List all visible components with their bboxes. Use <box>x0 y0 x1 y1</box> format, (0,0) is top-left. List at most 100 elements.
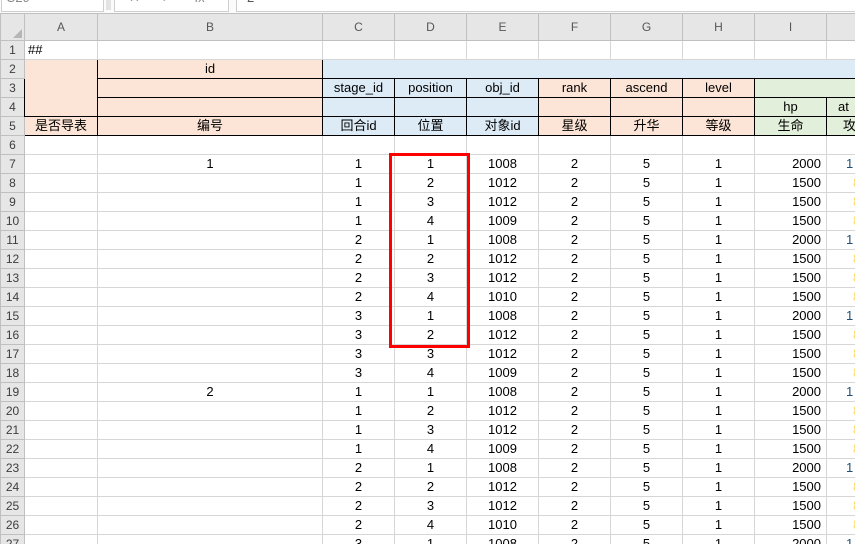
cell[interactable] <box>98 535 323 544</box>
cell[interactable]: 2000 <box>755 383 827 402</box>
cell[interactable] <box>98 212 323 231</box>
cell-A2-merged[interactable] <box>25 60 98 117</box>
cell[interactable]: 2 <box>395 402 467 421</box>
row-header[interactable]: 18 <box>1 364 25 383</box>
cell[interactable]: 1 <box>683 193 755 212</box>
cell[interactable]: 1 <box>683 459 755 478</box>
cell[interactable]: 1 <box>323 421 395 440</box>
cell[interactable]: 1 <box>683 307 755 326</box>
cell-C2-merged-band[interactable] <box>323 60 855 79</box>
cell-ascend[interactable]: ascend <box>611 79 683 98</box>
cell[interactable]: 1500 <box>755 250 827 269</box>
cell[interactable] <box>25 364 98 383</box>
cell[interactable]: 1500 <box>755 345 827 364</box>
cell[interactable]: 1012 <box>467 421 539 440</box>
cell[interactable]: 3 <box>395 497 467 516</box>
cell[interactable] <box>755 41 827 60</box>
cell[interactable]: 5 <box>611 421 683 440</box>
cell[interactable] <box>98 421 323 440</box>
cell[interactable] <box>25 497 98 516</box>
cell[interactable]: 5 <box>611 516 683 535</box>
cell[interactable]: 1012 <box>467 497 539 516</box>
cell[interactable] <box>25 269 98 288</box>
column-header-E[interactable]: E <box>467 14 539 41</box>
row-header[interactable]: 9 <box>1 193 25 212</box>
cell[interactable] <box>98 402 323 421</box>
cell[interactable]: 1008 <box>467 155 539 174</box>
cell[interactable]: 1 <box>827 231 855 250</box>
cell[interactable] <box>98 231 323 250</box>
cell[interactable]: 1500 <box>755 174 827 193</box>
cell[interactable]: 1 <box>395 459 467 478</box>
cell[interactable]: 4 <box>395 212 467 231</box>
cell[interactable]: 1500 <box>755 402 827 421</box>
cell[interactable] <box>25 212 98 231</box>
cell[interactable]: 3 <box>395 269 467 288</box>
cell[interactable]: 5 <box>611 402 683 421</box>
cell[interactable]: 2 <box>539 535 611 544</box>
cell[interactable]: 1 <box>683 402 755 421</box>
cell[interactable] <box>25 516 98 535</box>
cell[interactable]: 3 <box>323 307 395 326</box>
cell[interactable]: 1500 <box>755 269 827 288</box>
cell[interactable]: 1500 <box>755 478 827 497</box>
cell[interactable]: 1 <box>683 288 755 307</box>
cell[interactable] <box>98 193 323 212</box>
cell[interactable]: 2 <box>539 345 611 364</box>
cell[interactable]: 8 <box>827 326 855 345</box>
cell[interactable]: 1 <box>323 402 395 421</box>
cell[interactable]: 1 <box>683 440 755 459</box>
row-header[interactable]: 23 <box>1 459 25 478</box>
cell-cn-atk[interactable]: 攻 <box>827 117 855 136</box>
cell-cn-number[interactable]: 编号 <box>98 117 323 136</box>
cell[interactable]: 1008 <box>467 459 539 478</box>
row-header[interactable]: 8 <box>1 174 25 193</box>
cell-E4[interactable] <box>467 98 539 117</box>
cell[interactable] <box>98 516 323 535</box>
cell[interactable] <box>827 41 855 60</box>
cell[interactable] <box>98 136 323 155</box>
cell[interactable]: 2 <box>539 212 611 231</box>
cell[interactable]: 1 <box>323 193 395 212</box>
cell-B3[interactable] <box>98 79 323 98</box>
cell-cn-star[interactable]: 星级 <box>539 117 611 136</box>
row-header[interactable]: 3 <box>1 79 25 98</box>
cell[interactable]: 8 <box>827 421 855 440</box>
row-header[interactable]: 7 <box>1 155 25 174</box>
cell[interactable]: 1 <box>323 212 395 231</box>
cell[interactable] <box>25 478 98 497</box>
cell[interactable]: 2 <box>539 402 611 421</box>
cell[interactable]: 1500 <box>755 497 827 516</box>
cell[interactable]: 1 <box>683 497 755 516</box>
cell-I3-merged[interactable] <box>755 79 855 98</box>
cell[interactable]: 1012 <box>467 345 539 364</box>
column-header-D[interactable]: D <box>395 14 467 41</box>
cell[interactable]: 1 <box>323 383 395 402</box>
cell[interactable]: 5 <box>611 193 683 212</box>
cell[interactable] <box>395 41 467 60</box>
cell[interactable]: 2 <box>395 478 467 497</box>
column-header-H[interactable]: H <box>683 14 755 41</box>
cell[interactable] <box>98 326 323 345</box>
cell[interactable] <box>25 383 98 402</box>
cell[interactable]: 2 <box>539 459 611 478</box>
cell[interactable] <box>25 250 98 269</box>
cell-cn-pos[interactable]: 位置 <box>395 117 467 136</box>
column-header-C[interactable]: C <box>323 14 395 41</box>
enter-icon[interactable]: ✓ <box>161 0 172 6</box>
cell[interactable]: 2 <box>323 250 395 269</box>
cell[interactable]: 2000 <box>755 459 827 478</box>
row-header[interactable]: 20 <box>1 402 25 421</box>
row-header[interactable]: 19 <box>1 383 25 402</box>
cell-A1[interactable]: ## <box>25 41 98 60</box>
cell[interactable]: 2 <box>323 497 395 516</box>
cell[interactable]: 5 <box>611 535 683 544</box>
cell[interactable]: 1 <box>395 231 467 250</box>
cell[interactable]: 2 <box>539 516 611 535</box>
cell-D4[interactable] <box>395 98 467 117</box>
cell-stage-id[interactable]: stage_id <box>323 79 395 98</box>
cell[interactable] <box>25 345 98 364</box>
cell[interactable] <box>683 136 755 155</box>
cell-level[interactable]: level <box>683 79 755 98</box>
cell[interactable] <box>98 174 323 193</box>
